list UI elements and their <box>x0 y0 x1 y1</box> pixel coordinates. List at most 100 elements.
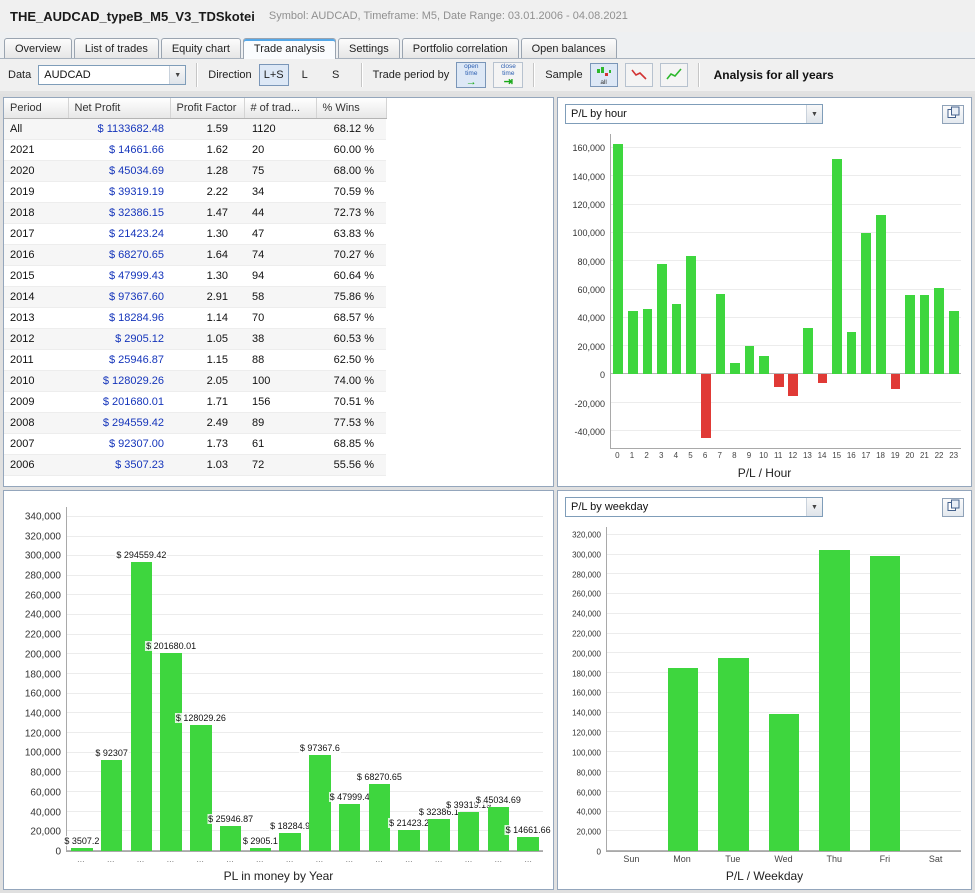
cell-profit-factor: 2.91 <box>170 286 244 308</box>
y-tick-label: 140,000 <box>572 171 605 182</box>
trade-period-close-time-button[interactable]: close time ⇥ <box>493 62 524 88</box>
cell-period: 2007 <box>4 433 68 455</box>
table-row[interactable]: 2021 $ 14661.66 1.62 20 60.00 % <box>4 139 386 161</box>
cell-profit-factor: 2.49 <box>170 412 244 434</box>
x-tick-label: 12 <box>788 451 798 460</box>
cell-wins: 62.50 % <box>316 349 386 371</box>
table-row[interactable]: 2010 $ 128029.26 2.05 100 74.00 % <box>4 370 386 392</box>
report-subtitle: Symbol: AUDCAD, Timeframe: M5, Date Rang… <box>268 10 628 22</box>
column-header-wins[interactable]: % Wins <box>316 98 387 119</box>
cell-net-profit: $ 39319.19 <box>68 181 170 203</box>
table-row[interactable]: All $ 1133682.48 1.59 1120 68.12 % <box>4 118 386 140</box>
table-row[interactable]: 2009 $ 201680.01 1.71 156 70.51 % <box>4 391 386 413</box>
cell-profit-factor: 1.47 <box>170 202 244 224</box>
sample-label: Sample <box>545 69 583 81</box>
y-tick-label: 0 <box>55 846 61 858</box>
y-tick-label: 160,000 <box>24 688 61 700</box>
cell-net-profit: $ 92307.00 <box>68 433 170 455</box>
x-tick-label: 8 <box>732 451 737 460</box>
copy-hour-chart-button[interactable] <box>942 104 964 124</box>
table-row[interactable]: 2018 $ 32386.15 1.47 44 72.73 % <box>4 202 386 224</box>
x-tick-label: 2 <box>644 451 649 460</box>
cell-net-profit: $ 294559.42 <box>68 412 170 434</box>
x-tick-label: Wed <box>774 854 793 864</box>
copy-weekday-chart-button[interactable] <box>942 497 964 517</box>
cell-net-profit: $ 45034.69 <box>68 160 170 182</box>
cell-period: 2017 <box>4 223 68 245</box>
tab-open-balances[interactable]: Open balances <box>520 38 617 58</box>
cell-of-trad: 44 <box>244 202 316 224</box>
direction-s-button[interactable]: S <box>321 64 351 86</box>
trade-period-label: Trade period by <box>372 69 450 81</box>
column-header-net-profit[interactable]: Net Profit <box>68 98 171 119</box>
tab-overview[interactable]: Overview <box>4 38 72 58</box>
cell-wins: 75.86 % <box>316 286 386 308</box>
cell-of-trad: 89 <box>244 412 316 434</box>
x-tick-label: ... <box>375 854 383 864</box>
table-row[interactable]: 2016 $ 68270.65 1.64 74 70.27 % <box>4 244 386 266</box>
weekday-chart-select[interactable]: P/L by weekday ▼ <box>565 497 823 517</box>
table-row[interactable]: 2013 $ 18284.96 1.14 70 68.57 % <box>4 307 386 329</box>
hour-chart-select[interactable]: P/L by hour ▼ <box>565 104 823 124</box>
cell-of-trad: 75 <box>244 160 316 182</box>
sample-profits-chart-icon <box>665 67 682 84</box>
bar-value-label: $ 201680.01 <box>145 640 198 651</box>
direction-l-button[interactable]: L <box>290 64 320 86</box>
table-row[interactable]: 2008 $ 294559.42 2.49 89 77.53 % <box>4 412 386 434</box>
x-tick-label: 7 <box>717 451 722 460</box>
table-row[interactable]: 2006 $ 3507.23 1.03 72 55.56 % <box>4 454 386 476</box>
bar- <box>398 829 420 851</box>
pl-by-weekday-chart: 0 20,000 40,000 60,000 80,000 100,000 120,000 1… <box>558 521 971 868</box>
toolbar: Data AUDCAD ▼ Direction L+S L S Trade peri… <box>0 59 975 94</box>
cell-net-profit: $ 47999.43 <box>68 265 170 287</box>
tab-portfolio-correlation[interactable]: Portfolio correlation <box>401 38 519 58</box>
column-header-profit-factor[interactable]: Profit Factor <box>170 98 245 119</box>
pl-by-year-chart: 0 20,000 40,000 60,000 80,000 100,000 120,000 1… <box>4 501 553 868</box>
y-tick-label: 20,000 <box>576 827 601 837</box>
gridline <box>607 533 961 535</box>
direction-l-s-button[interactable]: L+S <box>258 64 289 86</box>
cell-wins: 68.85 % <box>316 433 386 455</box>
cell-of-trad: 61 <box>244 433 316 455</box>
tab-list-of-trades[interactable]: List of trades <box>73 38 159 58</box>
table-row[interactable]: 2012 $ 2905.12 1.05 38 60.53 % <box>4 328 386 350</box>
tab-equity-chart[interactable]: Equity chart <box>160 38 241 58</box>
cell-wins: 77.53 % <box>316 412 386 434</box>
cell-period: 2009 <box>4 391 68 413</box>
cell-profit-factor: 1.03 <box>170 454 244 476</box>
direction-label: Direction <box>208 69 252 81</box>
tab-trade-analysis[interactable]: Trade analysis <box>242 38 337 59</box>
bar- <box>338 803 361 851</box>
sample-profits-button[interactable] <box>659 63 688 87</box>
direction-button-group: L+S L S <box>258 64 351 86</box>
table-row[interactable]: 2007 $ 92307.00 1.73 61 68.85 % <box>4 433 386 455</box>
table-row[interactable]: 2020 $ 45034.69 1.28 75 68.00 % <box>4 160 386 182</box>
gridline <box>611 175 961 177</box>
bar-10 <box>759 356 769 375</box>
table-row[interactable]: 2019 $ 39319.19 2.22 34 70.59 % <box>4 181 386 203</box>
x-tick-label: Fri <box>879 854 891 864</box>
bar- <box>130 561 153 851</box>
bar-18 <box>875 214 886 375</box>
cell-of-trad: 20 <box>244 139 316 161</box>
y-tick-label: 280,000 <box>24 570 61 582</box>
column-header-period[interactable]: Period <box>4 98 69 119</box>
sample-all-button[interactable]: all <box>589 63 618 87</box>
y-tick-label: 120,000 <box>572 728 601 738</box>
gridline <box>607 672 961 674</box>
y-tick-label: 20,000 <box>577 341 605 352</box>
tab-settings[interactable]: Settings <box>338 38 400 58</box>
data-select[interactable]: AUDCAD ▼ <box>38 65 187 85</box>
table-row[interactable]: 2015 $ 47999.43 1.30 94 60.64 % <box>4 265 386 287</box>
gridline <box>607 612 961 614</box>
table-row[interactable]: 2017 $ 21423.24 1.30 47 63.83 % <box>4 223 386 245</box>
y-tick-label: 220,000 <box>572 629 601 639</box>
table-row[interactable]: 2014 $ 97367.60 2.91 58 75.86 % <box>4 286 386 308</box>
trade-period-open-time-button[interactable]: open time → <box>456 62 487 88</box>
column-header-of-trad[interactable]: # of trad... <box>244 98 317 119</box>
table-row[interactable]: 2011 $ 25946.87 1.15 88 62.50 % <box>4 349 386 371</box>
x-tick-label: ... <box>196 854 204 864</box>
sample-losses-button[interactable] <box>624 63 653 87</box>
year-chart-xlabel: PL in money by Year <box>223 869 334 883</box>
x-tick-label: Mon <box>673 854 691 864</box>
